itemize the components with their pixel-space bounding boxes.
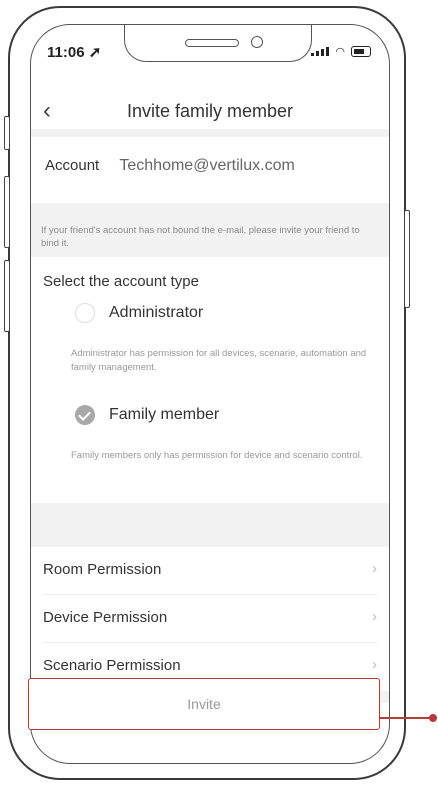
nav-bar: ‹ Invite family member <box>31 95 389 127</box>
account-row: Account Techhome@vertilux.com <box>45 157 295 175</box>
speaker <box>185 39 239 47</box>
section-band <box>31 503 389 547</box>
status-icons: ◠ <box>311 45 371 58</box>
phone-frame: 11:06 ➚ ◠ ‹ Invite family member Account… <box>4 6 410 780</box>
divider-band <box>31 129 389 137</box>
chevron-right-icon: › <box>372 656 377 673</box>
option-description: Administrator has permission for all dev… <box>71 348 367 373</box>
radio-checked-icon[interactable] <box>75 405 95 425</box>
account-note: If your friend's account has not bound t… <box>41 225 360 249</box>
invite-button[interactable]: Invite <box>28 678 380 730</box>
chevron-right-icon: › <box>372 560 377 577</box>
volume-down-button <box>4 260 10 332</box>
location-arrow-icon: ➚ <box>88 44 102 61</box>
volume-up-button <box>4 176 10 248</box>
radio-unchecked-icon[interactable] <box>75 303 95 323</box>
wifi-icon: ◠ <box>335 46 345 58</box>
option-description: Family members only has permission for d… <box>71 450 363 461</box>
mute-switch <box>4 116 10 150</box>
permission-row-room[interactable]: Room Permission › <box>31 547 389 595</box>
notch <box>124 25 312 62</box>
permission-label: Room Permission <box>43 561 162 578</box>
callout-line <box>380 717 432 719</box>
permission-label: Scenario Permission <box>43 657 181 674</box>
option-family-member[interactable]: Family member <box>75 405 219 425</box>
signal-icon <box>311 47 330 56</box>
permission-label: Device Permission <box>43 609 168 626</box>
screen: 11:06 ➚ ◠ ‹ Invite family member Account… <box>30 24 390 764</box>
account-label: Account <box>45 157 100 174</box>
permission-row-device[interactable]: Device Permission › <box>31 595 389 643</box>
chevron-right-icon: › <box>372 608 377 625</box>
power-button <box>404 210 410 308</box>
front-camera <box>251 36 263 48</box>
callout-dot <box>429 714 437 722</box>
page-title: Invite family member <box>126 101 294 121</box>
option-administrator[interactable]: Administrator <box>75 303 203 323</box>
option-label: Family member <box>109 406 220 423</box>
battery-icon <box>351 46 371 57</box>
status-time: 11:06 ➚ <box>47 44 102 61</box>
option-label: Administrator <box>109 304 204 321</box>
account-type-heading: Select the account type <box>43 273 199 290</box>
account-value: Techhome@vertilux.com <box>119 157 295 174</box>
